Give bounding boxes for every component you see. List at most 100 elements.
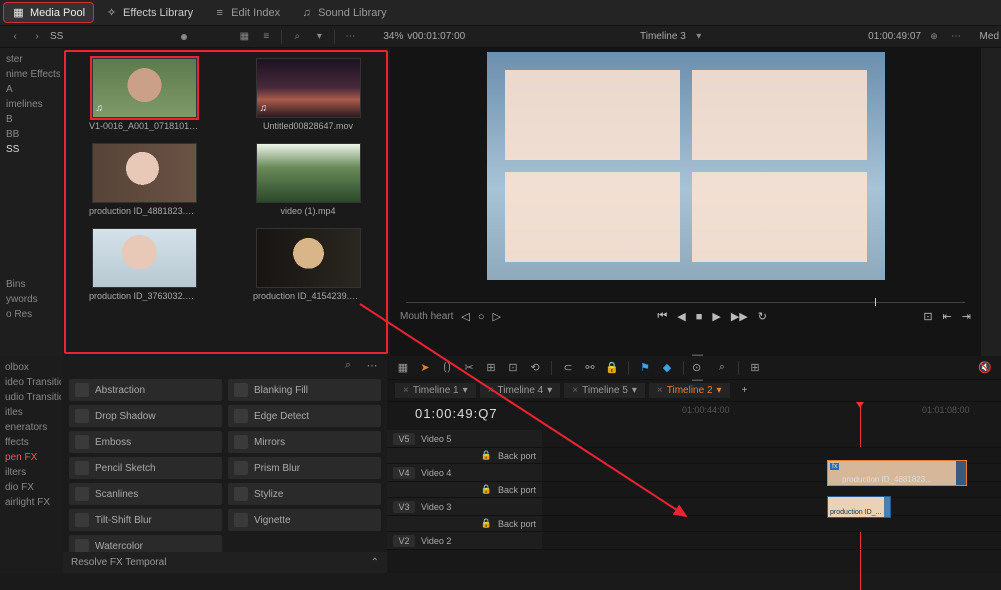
track-lane[interactable]: production ID_... [542,498,1001,515]
step-back-button[interactable]: ◀ [677,310,685,323]
chevron-down-icon[interactable]: ▾ [632,385,637,396]
timeline-clip[interactable]: production ID_... [827,496,891,518]
link-button[interactable]: ⚯ [582,360,598,376]
zoom-button[interactable]: ⌕ [714,360,730,376]
track-sub-header[interactable]: 🔒Back port [387,482,542,497]
close-tab-icon[interactable]: × [572,385,578,396]
bin-item[interactable]: BB [2,127,60,142]
viewer-canvas[interactable] [487,52,885,280]
media-clip[interactable]: production ID_4881823.mp4 [76,143,212,216]
clip-thumbnail[interactable]: ♫ [256,58,361,118]
tc-options-icon[interactable]: ⊕ [925,29,943,45]
chevron-down-icon[interactable]: ▾ [463,385,468,396]
video-track-row[interactable]: V5Video 5 [387,430,1001,448]
thumb-view-button[interactable]: ▦ [235,29,253,45]
tc-more-button[interactable]: ⋯ [947,29,965,45]
clip-thumbnail[interactable] [256,143,361,203]
smart-bin-item[interactable]: Bins [2,277,60,292]
track-header[interactable]: V4Video 4 [387,464,542,481]
nav-back-button[interactable]: ‹ [6,29,24,45]
fx-more-button[interactable]: ⋯ [363,358,381,374]
flag-blue-button[interactable]: ⚑ [637,360,653,376]
right-panel-label[interactable]: Med [980,31,999,42]
video-track-row[interactable]: V3Video 3production ID_... [387,498,1001,516]
fx-preset-item[interactable]: Scanlines [69,483,222,505]
track-header[interactable]: V2Video 2 [387,532,542,549]
track-id-badge[interactable]: V5 [393,433,415,445]
clip-thumbnail[interactable] [92,228,197,288]
fx-preset-item[interactable]: Prism Blur [228,457,381,479]
fx-category-item[interactable]: udio Transitions [2,390,61,405]
track-sub-lane[interactable] [542,482,1001,497]
close-tab-icon[interactable]: × [488,385,494,396]
media-clip[interactable]: ♫V1-0016_A001_07181013_C01... [76,58,212,131]
bin-item[interactable]: A [2,82,60,97]
track-lane[interactable] [542,532,1001,549]
lock-button[interactable]: 🔒 [604,360,620,376]
overwrite-button[interactable]: ⊡ [505,360,521,376]
search-button[interactable]: ⌕ [288,29,306,45]
zoom-slider[interactable]: —⊙— [692,360,708,376]
track-lane[interactable] [542,430,1001,447]
bin-item[interactable]: ster [2,52,60,67]
track-id-badge[interactable]: V4 [393,467,415,479]
fx-preset-item[interactable]: Stylize [228,483,381,505]
selection-tool-button[interactable]: ➤ [417,360,433,376]
video-track-row[interactable]: V4Video 4fx production ID_4881823... [387,464,1001,482]
video-track-row[interactable]: V2Video 2 [387,532,1001,550]
fx-category-item[interactable]: enerators [2,420,61,435]
chevron-down-icon[interactable]: ▾ [717,385,722,396]
sort-dropdown[interactable]: ▾ [310,29,328,45]
lock-icon[interactable]: 🔒 [481,450,492,461]
goto-start-button[interactable]: ⏮ [657,310,667,323]
fx-category-item[interactable]: pen FX [2,450,61,465]
match-frame-button[interactable]: ⊡ [923,310,932,323]
close-tab-icon[interactable]: × [657,385,663,396]
sound-library-tab[interactable]: ♫ Sound Library [292,3,395,22]
fx-category-item[interactable]: itles [2,405,61,420]
fx-search-button[interactable]: ⌕ [339,358,357,374]
fx-category-item[interactable]: ilters [2,465,61,480]
media-pool-tab[interactable]: ▦ Media Pool [4,3,93,22]
clip-thumbnail[interactable] [256,228,361,288]
track-sub-lane[interactable] [542,516,1001,531]
out-point-button[interactable]: ⇥ [962,310,971,323]
close-tab-icon[interactable]: × [403,385,409,396]
timeline-tab[interactable]: ×Timeline 2 ▾ [649,383,730,398]
fx-preset-item[interactable]: Tilt-Shift Blur [69,509,222,531]
snap-button[interactable]: ⊂ [560,360,576,376]
bin-item[interactable]: SS [2,142,60,157]
trim-tool-button[interactable]: ⟮⟯ [439,360,455,376]
replace-button[interactable]: ⟲ [527,360,543,376]
fx-preset-item[interactable]: Drop Shadow [69,405,222,427]
fx-preset-item[interactable]: Watercolor [69,535,222,552]
clip-thumbnail[interactable] [92,143,197,203]
smart-bin-item[interactable]: o Res [2,307,60,322]
timeline-tab[interactable]: ×Timeline 4 ▾ [480,383,561,398]
lock-icon[interactable]: 🔒 [481,518,492,529]
effects-library-tab[interactable]: ✧ Effects Library [97,3,201,22]
expand-icon[interactable]: ⌃ [371,557,379,568]
in-point-button[interactable]: ⇤ [943,310,952,323]
play-button[interactable]: ▶ [712,310,720,323]
stop-button[interactable]: ■ [696,311,703,323]
fx-category-item[interactable]: airlight FX [2,495,61,510]
track-sub-header[interactable]: 🔒Back port [387,448,542,463]
fx-category-item[interactable]: olbox [2,360,61,375]
marker-blue-button[interactable]: ◆ [659,360,675,376]
fx-category-item[interactable]: dio FX [2,480,61,495]
track-id-badge[interactable]: V3 [393,501,415,513]
chevron-down-icon[interactable]: ▾ [547,385,552,396]
step-fwd-button[interactable]: ▶▶ [731,310,748,323]
media-clip[interactable]: ♫Untitled00828647.mov [240,58,376,131]
fx-category-item[interactable]: ffects [2,435,61,450]
viewer-scrubber[interactable] [390,298,981,308]
fx-preset-item[interactable]: Vignette [228,509,381,531]
media-clip[interactable]: production ID_4154239.mp4 [240,228,376,301]
add-timeline-button[interactable]: + [734,383,756,398]
fx-group-footer-label[interactable]: Resolve FX Temporal [71,557,166,568]
track-header[interactable]: V5Video 5 [387,430,542,447]
media-clip[interactable]: video (1).mp4 [240,143,376,216]
fx-preset-item[interactable]: Pencil Sketch [69,457,222,479]
prev-marker-button[interactable]: ◁ [461,310,469,323]
